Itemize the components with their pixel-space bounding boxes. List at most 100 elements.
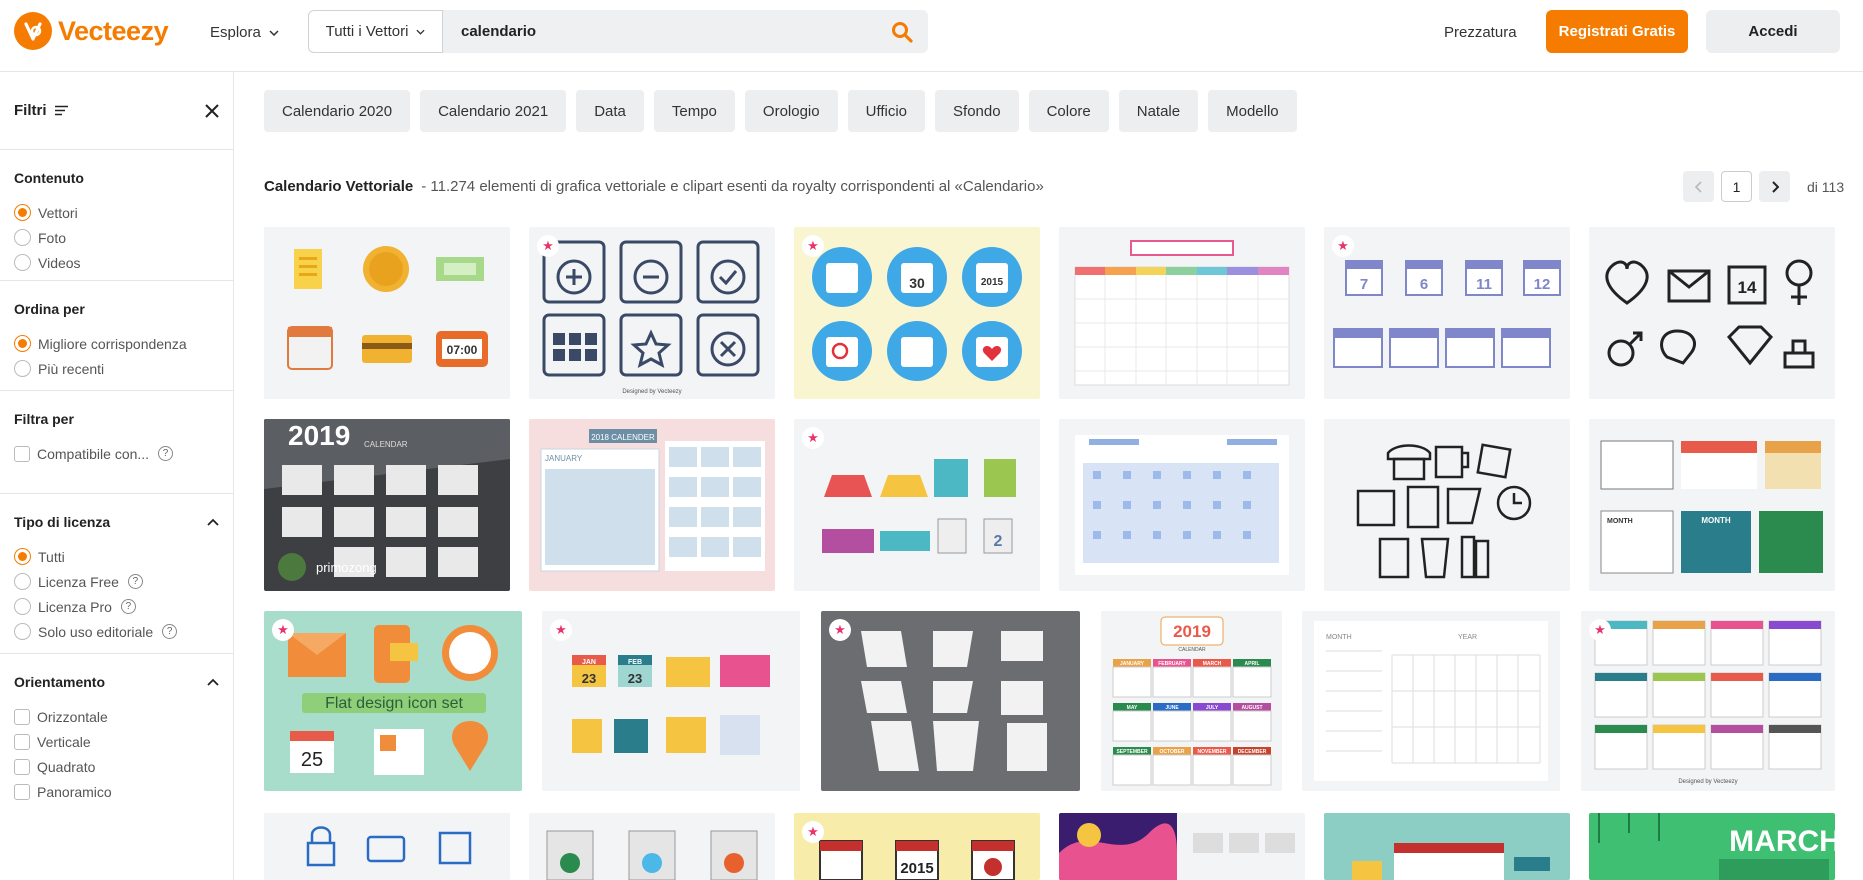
tile-2019-calendar-dark[interactable]: 2019 CALENDAR primozong xyxy=(264,419,510,591)
next-page-button[interactable] xyxy=(1759,171,1790,202)
tile-purple-calendar-icons[interactable]: ★ 7 6 11 12 xyxy=(1324,227,1570,399)
tile-month-planner[interactable]: MONTH YEAR xyxy=(1302,611,1560,791)
svg-text:MARCH: MARCH xyxy=(1203,661,1222,667)
tile-desk-calendars[interactable]: ★ 2 xyxy=(794,419,1040,591)
tile-illustration xyxy=(306,826,472,867)
pagination: 1 di 113 xyxy=(1683,171,1844,202)
svg-text:2018 CALENDER: 2018 CALENDER xyxy=(591,433,655,442)
orientation-option-vertical[interactable]: Verticale xyxy=(14,729,219,754)
tag-chip[interactable]: Colore xyxy=(1028,90,1109,132)
svg-text:25: 25 xyxy=(301,749,323,771)
radio-icon[interactable] xyxy=(14,360,31,377)
radio-selected-icon[interactable] xyxy=(14,548,31,565)
radio-icon[interactable] xyxy=(14,254,31,271)
prev-page-button[interactable] xyxy=(1683,171,1714,202)
tile-white-desk-calendars[interactable]: ★ xyxy=(821,611,1080,791)
tile-line-icons[interactable]: 14 xyxy=(1589,227,1835,399)
page-number-input[interactable]: 1 xyxy=(1721,171,1752,202)
search-scope-dropdown[interactable]: Tutti i Vettori xyxy=(308,10,443,53)
close-icon[interactable] xyxy=(205,103,219,118)
tile-office-line-icons[interactable] xyxy=(1324,419,1570,591)
chevron-up-icon[interactable] xyxy=(207,518,219,526)
brand-logo[interactable]: Vecteezy xyxy=(14,12,169,50)
tile-illustration: 2018 CALENDER JANUARY xyxy=(540,429,765,572)
tile-finance-icons[interactable]: 07:00 xyxy=(264,227,510,399)
filter-option-compatible[interactable]: Compatibile con...? xyxy=(14,441,219,466)
tag-chip[interactable]: Data xyxy=(576,90,644,132)
tile-weekly-planner[interactable] xyxy=(1059,227,1305,399)
help-icon[interactable]: ? xyxy=(127,574,143,589)
tag-chip[interactable]: Ufficio xyxy=(847,90,926,132)
svg-text:NOVEMBER: NOVEMBER xyxy=(1198,749,1227,755)
tile-2019-color-calendar[interactable]: 2019 CALENDAR JANUARY FEBRUARY MARCH APR… xyxy=(1101,611,1282,791)
tag-chip[interactable]: Calendario 2020 xyxy=(264,90,411,132)
radio-icon[interactable] xyxy=(14,229,31,246)
tag-chip[interactable]: Sfondo xyxy=(935,90,1019,132)
checkbox-icon[interactable] xyxy=(14,445,30,462)
tile-office-icons-blue[interactable] xyxy=(264,813,510,880)
tag-chip[interactable]: Tempo xyxy=(653,90,735,132)
tag-chip[interactable]: Natale xyxy=(1118,90,1199,132)
help-icon[interactable]: ? xyxy=(162,624,178,639)
chevron-up-icon[interactable] xyxy=(207,678,219,686)
tile-flat-design-icon-set[interactable]: ★ Flat design icon set 25 xyxy=(264,611,522,791)
register-button[interactable]: Registrati Gratis xyxy=(1546,10,1688,53)
help-icon[interactable]: ? xyxy=(158,446,174,461)
tile-2015-calendar-yellow[interactable]: ★ 2015 xyxy=(794,813,1040,880)
tile-season-calendars[interactable] xyxy=(529,813,775,880)
tag-chip[interactable]: Orologio xyxy=(744,90,838,132)
pricing-link[interactable]: Prezzatura xyxy=(1444,24,1517,41)
help-icon[interactable]: ? xyxy=(120,599,136,614)
content-option-foto[interactable]: Foto xyxy=(14,225,219,250)
tile-calendar-action-icons[interactable]: ★ Designed by Vecteezy xyxy=(529,227,775,399)
tile-abstract-calendar[interactable] xyxy=(1059,813,1305,880)
license-option-editorial[interactable]: Solo uso editoriale? xyxy=(14,619,219,644)
tile-round-calendar-icons[interactable]: ★ 30 2015 xyxy=(794,227,1040,399)
orientation-section: Orientamento Orizzontale Verticale Quadr… xyxy=(0,654,233,818)
radio-icon[interactable] xyxy=(14,573,31,590)
tile-blue-planner[interactable] xyxy=(1059,419,1305,591)
search-icon xyxy=(892,21,913,43)
orientation-option-horizontal[interactable]: Orizzontale xyxy=(14,704,219,729)
svg-text:MARCH: MARCH xyxy=(1729,825,1835,858)
checkbox-icon[interactable] xyxy=(14,733,30,750)
checkbox-icon[interactable] xyxy=(14,783,30,800)
tile-teal-desk[interactable] xyxy=(1324,813,1570,880)
tag-chip[interactable]: Modello xyxy=(1208,90,1297,132)
orientation-option-panoramic[interactable]: Panoramico xyxy=(14,779,219,804)
radio-icon[interactable] xyxy=(14,623,31,640)
svg-text:14: 14 xyxy=(1738,278,1757,297)
sort-option-recent[interactable]: Più recenti xyxy=(14,356,219,381)
orientation-option-square[interactable]: Quadrato xyxy=(14,754,219,779)
tile-2018-calendar-pink[interactable]: 2018 CALENDER JANUARY xyxy=(529,419,775,591)
option-label: Compatibile con... xyxy=(37,445,150,462)
license-option-pro[interactable]: Licenza Pro? xyxy=(14,594,219,619)
option-label: Tutti xyxy=(38,548,65,565)
tile-illustration: 2019 CALENDAR primozong xyxy=(264,419,510,581)
license-option-all[interactable]: Tutti xyxy=(14,544,219,569)
svg-text:MONTH: MONTH xyxy=(1326,634,1352,641)
content-option-videos[interactable]: Videos xyxy=(14,250,219,275)
search-input[interactable] xyxy=(443,10,876,53)
svg-text:MAY: MAY xyxy=(1127,705,1138,711)
tile-march-calendar[interactable]: MARCH xyxy=(1589,813,1835,880)
license-option-free[interactable]: Licenza Free? xyxy=(14,569,219,594)
sort-option-best[interactable]: Migliore corrispondenza xyxy=(14,331,219,356)
content-option-vettori[interactable]: Vettori xyxy=(14,200,219,225)
login-button[interactable]: Accedi xyxy=(1706,10,1840,53)
explore-menu[interactable]: Esplora xyxy=(210,24,279,41)
radio-selected-icon[interactable] xyxy=(14,204,31,221)
filters-sidebar: Filtri Contenuto Vettori Foto Videos Ord… xyxy=(0,72,234,880)
tag-chip[interactable]: Calendario 2021 xyxy=(420,90,567,132)
tile-2017-calendar-grid[interactable]: ★ Designed by Vecteezy xyxy=(1581,611,1835,791)
tile-month-calendars[interactable]: MONTH MONTH xyxy=(1589,419,1835,591)
checkbox-icon[interactable] xyxy=(14,758,30,775)
radio-selected-icon[interactable] xyxy=(14,335,31,352)
search-button[interactable] xyxy=(876,10,928,53)
pro-badge-icon: ★ xyxy=(537,235,559,257)
tile-colorful-date-icons[interactable]: ★ JAN 23 FEB 23 xyxy=(542,611,800,791)
svg-text:6: 6 xyxy=(1420,276,1428,293)
chevron-left-icon xyxy=(1694,180,1702,193)
checkbox-icon[interactable] xyxy=(14,708,30,725)
radio-icon[interactable] xyxy=(14,598,31,615)
